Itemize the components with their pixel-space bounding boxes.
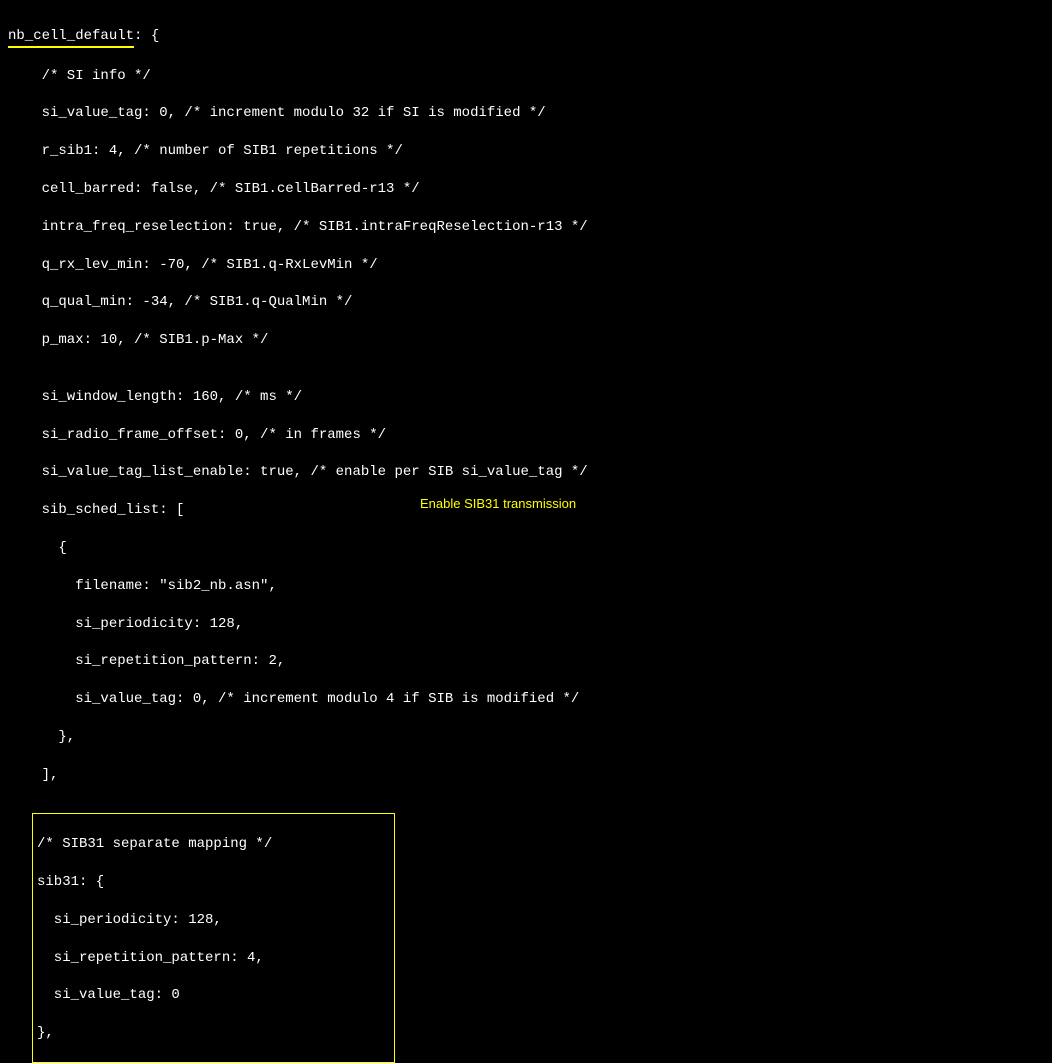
- sib31-line: si_repetition_pattern: 4,: [37, 949, 390, 968]
- code-line: {: [8, 539, 1044, 558]
- sib31-line: sib31: {: [37, 873, 390, 892]
- sib31-line: si_value_tag: 0: [37, 986, 390, 1005]
- header-underlined: nb_cell_default: [8, 27, 134, 48]
- code-line: si_window_length: 160, /* ms */: [8, 388, 1044, 407]
- code-line: si_value_tag: 0, /* increment modulo 4 i…: [8, 690, 1044, 709]
- header-suffix: : {: [134, 28, 159, 44]
- sib31-highlight-box: /* SIB31 separate mapping */ sib31: { si…: [32, 813, 395, 1063]
- sib31-line: si_periodicity: 128,: [37, 911, 390, 930]
- code-line: /* SI info */: [8, 67, 1044, 86]
- code-line: si_periodicity: 128,: [8, 615, 1044, 634]
- code-line: intra_freq_reselection: true, /* SIB1.in…: [8, 218, 1044, 237]
- code-line: p_max: 10, /* SIB1.p-Max */: [8, 331, 1044, 350]
- code-line: q_rx_lev_min: -70, /* SIB1.q-RxLevMin */: [8, 256, 1044, 275]
- code-block: nb_cell_default: { /* SI info */ si_valu…: [8, 8, 1044, 1063]
- code-line: q_qual_min: -34, /* SIB1.q-QualMin */: [8, 293, 1044, 312]
- code-line: si_repetition_pattern: 2,: [8, 652, 1044, 671]
- code-line: ],: [8, 766, 1044, 785]
- sib31-line: },: [37, 1024, 390, 1043]
- header-text: nb_cell_default: [8, 28, 134, 44]
- code-line: cell_barred: false, /* SIB1.cellBarred-r…: [8, 180, 1044, 199]
- sib31-line: /* SIB31 separate mapping */: [37, 835, 390, 854]
- annotation-label: Enable SIB31 transmission: [420, 495, 576, 513]
- code-line: },: [8, 728, 1044, 747]
- code-line: si_value_tag_list_enable: true, /* enabl…: [8, 463, 1044, 482]
- code-line: si_radio_frame_offset: 0, /* in frames *…: [8, 426, 1044, 445]
- code-line: filename: "sib2_nb.asn",: [8, 577, 1044, 596]
- code-line-header: nb_cell_default: {: [8, 27, 1044, 48]
- code-line: r_sib1: 4, /* number of SIB1 repetitions…: [8, 142, 1044, 161]
- code-line: si_value_tag: 0, /* increment modulo 32 …: [8, 104, 1044, 123]
